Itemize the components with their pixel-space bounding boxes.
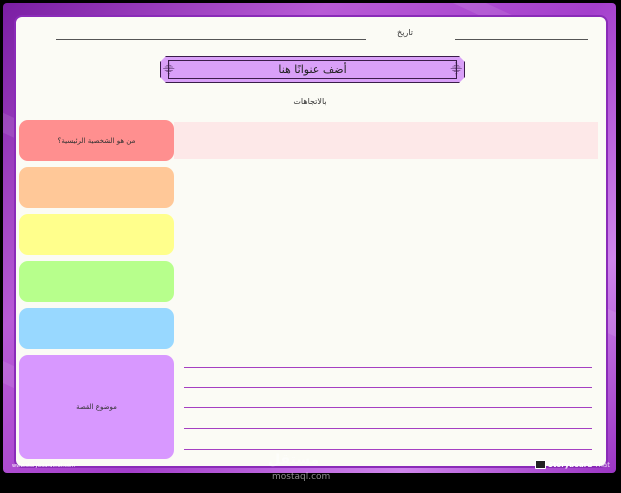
ornament-right-icon: ⸎ bbox=[450, 63, 462, 76]
storyboard-icon bbox=[535, 460, 546, 469]
page-title: أضف عنوانًا هنا bbox=[278, 63, 347, 76]
brand-suffix: That bbox=[594, 460, 610, 469]
theme-line[interactable] bbox=[184, 449, 592, 450]
name-line[interactable] bbox=[56, 39, 366, 40]
directions-label: بالاتجاهات bbox=[293, 97, 327, 106]
theme-line[interactable] bbox=[184, 367, 592, 368]
prompt-card-label: من هو الشخصية الرئيسية؟ bbox=[57, 136, 136, 145]
theme-line[interactable] bbox=[184, 407, 592, 408]
storyboardthat-logo: Storyboard That bbox=[535, 460, 610, 469]
theme-line[interactable] bbox=[184, 387, 592, 388]
watermark-url: mostaql.com bbox=[272, 472, 331, 482]
site-url: www.storyboardthat.com bbox=[12, 463, 75, 469]
prompt-card-4[interactable] bbox=[19, 261, 174, 302]
prompt-card-label: موضوع القصة bbox=[76, 403, 117, 411]
prompt-card-3[interactable] bbox=[19, 214, 174, 255]
brand-name: Storyboard bbox=[548, 460, 593, 469]
prompt-card-1[interactable]: من هو الشخصية الرئيسية؟ bbox=[19, 120, 174, 161]
prompt-card-5[interactable] bbox=[19, 308, 174, 349]
date-label: تاريخ bbox=[397, 28, 413, 37]
title-banner[interactable]: ⸎ أضف عنوانًا هنا ⸎ bbox=[160, 56, 465, 83]
theme-line[interactable] bbox=[184, 428, 592, 429]
date-line[interactable] bbox=[455, 39, 588, 40]
main-character-answer-area[interactable] bbox=[174, 122, 598, 159]
prompt-card-2[interactable] bbox=[19, 167, 174, 208]
prompt-card-6[interactable]: موضوع القصة bbox=[19, 355, 174, 459]
watermark-logo: مستقل bbox=[268, 452, 320, 468]
